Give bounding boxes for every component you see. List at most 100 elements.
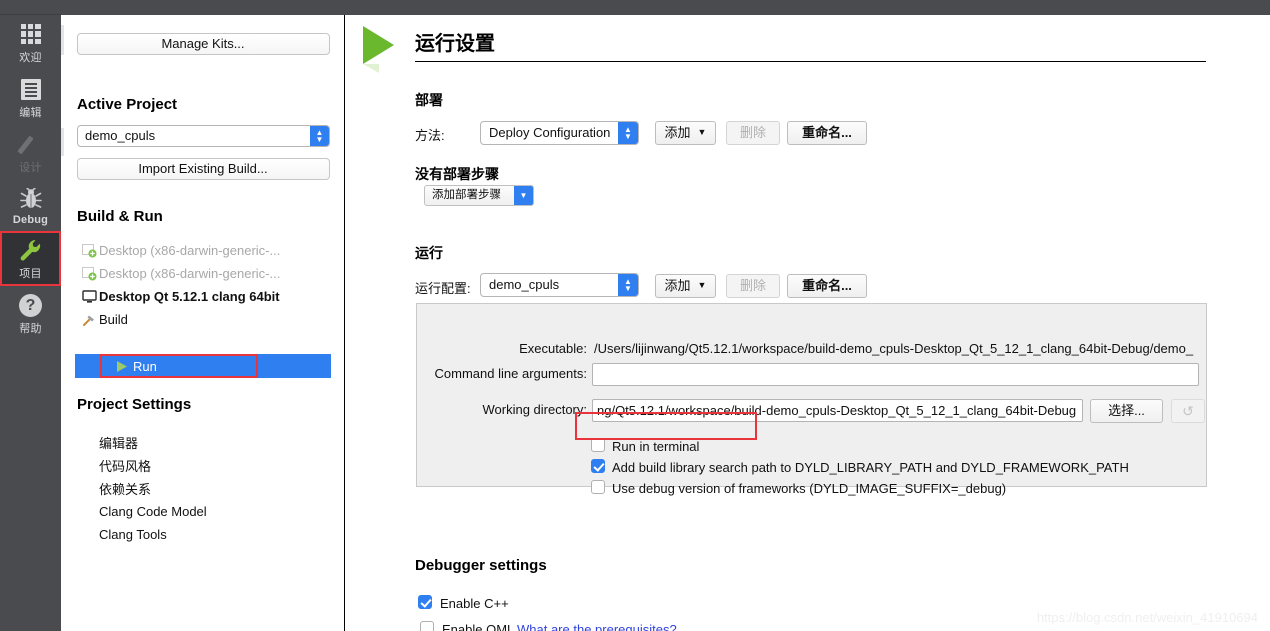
sidebar-item-kit-0[interactable]: Desktop (x86-darwin-generic-... — [61, 239, 345, 262]
working-directory-browse-label: 选择... — [1108, 403, 1145, 418]
run-remove-button: 删除 — [726, 274, 780, 298]
deploy-add-label: 添加 — [664, 125, 691, 140]
executable-label: Executable: — [519, 341, 587, 356]
active-project-select[interactable]: demo_cpuls ▲ ▼ — [77, 125, 330, 147]
hammer-icon — [79, 313, 99, 327]
wrench-icon — [0, 237, 61, 263]
chevron-updown-icon: ▲ ▼ — [618, 274, 638, 296]
sidebar-item-clang-code-model[interactable]: Clang Code Model — [61, 500, 345, 523]
mode-item-help-label: 帮助 — [19, 323, 42, 335]
grid-icon — [0, 21, 61, 47]
mode-item-welcome-label: 欢迎 — [19, 52, 42, 64]
sidebar-item-kit-0-label: Desktop (x86-darwin-generic-... — [99, 243, 281, 258]
mode-item-design[interactable]: 设计 — [0, 125, 61, 180]
mode-item-edit[interactable]: 编辑 — [0, 70, 61, 125]
add-build-library-search-path-checkbox[interactable] — [591, 459, 605, 473]
sidebar-item-kit-active[interactable]: Desktop Qt 5.12.1 clang 64bit — [61, 285, 345, 308]
deploy-method-label: 方法: — [415, 128, 445, 143]
deploy-remove-label: 删除 — [739, 125, 766, 140]
mode-item-debug-label: Debug — [12, 214, 49, 226]
command-line-arguments-label: Command line arguments: — [434, 366, 587, 381]
run-rename-label: 重命名... — [802, 278, 852, 293]
sidebar-item-build[interactable]: Build — [61, 308, 345, 331]
run-heading: 运行 — [415, 245, 443, 261]
working-directory-input[interactable] — [592, 399, 1083, 422]
mode-item-edit-label: 编辑 — [19, 107, 42, 119]
add-deploy-step-select[interactable]: 添加部署步骤 ▼ — [424, 185, 534, 206]
mode-item-design-label: 设计 — [19, 162, 42, 174]
active-project-heading: Active Project — [77, 96, 178, 113]
build-and-run-heading: Build & Run — [77, 208, 163, 225]
mode-item-help[interactable]: ? 帮助 — [0, 286, 61, 341]
deploy-method-select[interactable]: Deploy Configuration ▲ ▼ — [480, 121, 639, 145]
sidebar-item-kit-1-label: Desktop (x86-darwin-generic-... — [99, 266, 281, 281]
working-directory-browse-button[interactable]: 选择... — [1090, 399, 1163, 423]
run-add-label: 添加 — [664, 278, 691, 293]
deploy-remove-button: 删除 — [726, 121, 780, 145]
run-in-terminal-label: Run in terminal — [612, 439, 700, 454]
title-divider — [415, 61, 1206, 62]
sidebar-item-kit-1[interactable]: Desktop (x86-darwin-generic-... — [61, 262, 345, 285]
bug-icon — [0, 186, 61, 212]
sidebar-item-clang-tools[interactable]: Clang Tools — [61, 523, 345, 546]
run-settings-triangle-reflection — [363, 64, 379, 73]
sidebar-item-run[interactable]: Run — [75, 354, 331, 378]
project-sidebar: Manage Kits... Active Project demo_cpuls… — [61, 15, 345, 631]
sidebar-item-editor-label: 编辑器 — [99, 436, 139, 451]
mode-item-projects[interactable]: 项目 — [0, 231, 61, 286]
mode-item-debug[interactable]: Debug — [0, 180, 61, 231]
run-add-button[interactable]: 添加 ▼ — [655, 274, 716, 298]
run-arrow-icon — [111, 360, 133, 373]
run-config-select[interactable]: demo_cpuls ▲ ▼ — [480, 273, 639, 297]
sidebar-item-kit-active-label: Desktop Qt 5.12.1 clang 64bit — [99, 289, 280, 304]
kit-add-icon — [79, 243, 99, 258]
import-existing-build-button[interactable]: Import Existing Build... — [76, 158, 330, 180]
debugger-settings-heading: Debugger settings — [415, 557, 547, 574]
mode-selector-bar[interactable]: 欢迎 编辑 设计 Debug 项目 ? 帮助 — [0, 15, 61, 631]
run-rename-button[interactable]: 重命名... — [787, 274, 867, 298]
use-debug-frameworks-checkbox[interactable] — [591, 480, 605, 494]
sidebar-item-code-style[interactable]: 代码风格 — [61, 454, 345, 477]
sidebar-item-clang-tools-label: Clang Tools — [99, 527, 167, 542]
kit-add-icon — [79, 266, 99, 281]
chevron-updown-icon: ▲ ▼ — [310, 126, 329, 146]
deploy-heading: 部署 — [415, 92, 443, 108]
prerequisites-link[interactable]: What are the prerequisites? — [517, 622, 677, 631]
watermark-text: https://blog.csdn.net/weixin_41910694 — [1036, 610, 1258, 625]
run-config-select-value: demo_cpuls — [489, 277, 560, 292]
title-bar — [0, 0, 1270, 15]
mode-item-welcome[interactable]: 欢迎 — [0, 15, 61, 70]
title-bar-left-segment — [0, 0, 61, 15]
run-settings-triangle-icon — [363, 26, 394, 64]
no-deploy-steps-label: 没有部署步骤 — [415, 166, 499, 182]
sidebar-item-dependencies-label: 依赖关系 — [99, 482, 152, 497]
page-title: 运行设置 — [415, 33, 495, 55]
revert-icon: ↺ — [1171, 399, 1205, 423]
monitor-icon — [79, 289, 99, 304]
sidebar-item-code-style-label: 代码风格 — [99, 459, 152, 474]
use-debug-frameworks-label: Use debug version of frameworks (DYLD_IM… — [612, 481, 1007, 496]
command-line-arguments-input[interactable] — [592, 363, 1199, 386]
run-config-label: 运行配置: — [415, 281, 471, 296]
add-build-library-search-path-label: Add build library search path to DYLD_LI… — [612, 460, 1129, 475]
run-in-terminal-checkbox[interactable] — [591, 438, 605, 452]
sidebar-scroll-marker-mid — [61, 128, 64, 156]
sidebar-item-editor[interactable]: 编辑器 — [61, 431, 345, 454]
deploy-rename-button[interactable]: 重命名... — [787, 121, 867, 145]
sidebar-item-dependencies[interactable]: 依赖关系 — [61, 477, 345, 500]
enable-qml-checkbox[interactable] — [420, 621, 434, 631]
enable-qml-label: Enable QML — [442, 622, 515, 631]
deploy-add-button[interactable]: 添加 ▼ — [655, 121, 716, 145]
sidebar-item-build-label: Build — [99, 312, 128, 327]
enable-cpp-label: Enable C++ — [440, 596, 509, 611]
project-settings-heading: Project Settings — [77, 396, 192, 413]
chevron-down-icon: ▼ — [697, 127, 707, 137]
add-deploy-step-label: 添加部署步骤 — [432, 189, 501, 201]
sidebar-item-run-label: Run — [133, 358, 157, 374]
run-settings-pane: 运行设置 部署 方法: Deploy Configuration ▲ ▼ 添加 ▼ … — [346, 15, 1270, 631]
manage-kits-button[interactable]: Manage Kits... — [76, 33, 330, 55]
active-project-select-value: demo_cpuls — [85, 128, 156, 143]
enable-cpp-checkbox[interactable] — [418, 595, 432, 609]
working-directory-label: Working directory: — [482, 402, 587, 417]
question-icon: ? — [0, 292, 61, 318]
